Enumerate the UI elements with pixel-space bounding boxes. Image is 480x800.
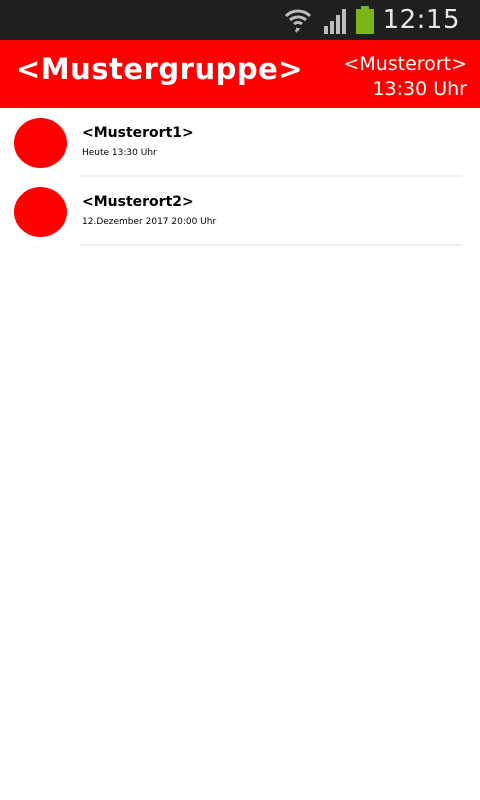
list-item[interactable]: <Musterort1> Heute 13:30 Uhr	[0, 108, 480, 177]
list-item-subtitle: 12.Dezember 2017 20:00 Uhr	[82, 217, 217, 227]
list-item[interactable]: <Musterort2> 12.Dezember 2017 20:00 Uhr	[0, 177, 480, 246]
list-item-title: <Musterort2>	[82, 194, 194, 210]
avatar	[14, 118, 67, 168]
header-info: <Musterort> 13:30 Uhr	[343, 52, 467, 102]
list-item-subtitle: Heute 13:30 Uhr	[82, 148, 157, 158]
status-clock: 12:15	[382, 5, 460, 35]
wifi-icon	[284, 9, 311, 33]
header-place: <Musterort>	[343, 53, 467, 75]
status-icons: 12:15	[283, 0, 460, 40]
signal-icon	[323, 9, 346, 34]
avatar	[14, 187, 67, 237]
app-header: <Mustergruppe> <Musterort> 13:30 Uhr	[0, 40, 480, 108]
list-item-title: <Musterort1>	[82, 125, 194, 141]
header-time: 13:30 Uhr	[372, 78, 467, 100]
group-title: <Mustergruppe>	[16, 52, 304, 86]
battery-icon	[355, 6, 374, 34]
status-bar: 12:15	[0, 0, 480, 40]
location-list: <Musterort1> Heute 13:30 Uhr <Musterort2…	[0, 108, 480, 246]
divider	[80, 244, 462, 246]
